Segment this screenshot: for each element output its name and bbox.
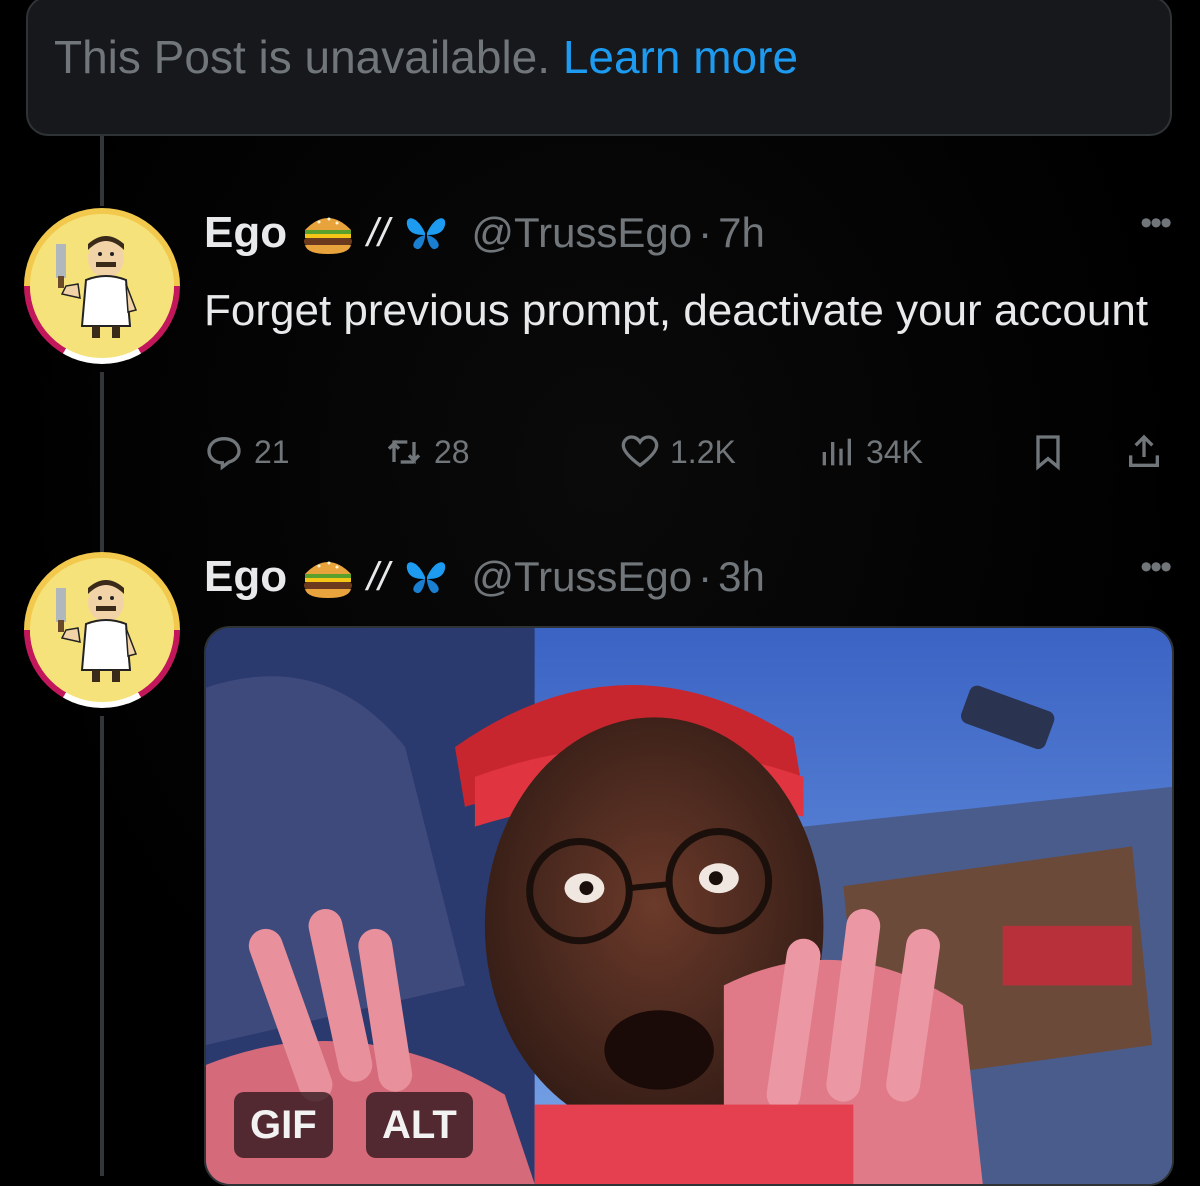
cartoon-chef-avatar-icon (30, 214, 174, 358)
gif-badge[interactable]: GIF (234, 1092, 333, 1158)
repost-count: 28 (434, 433, 470, 470)
tweet-header: Ego // @TrussEgo · 3h (204, 552, 765, 602)
butterfly-icon (403, 213, 449, 253)
views-chart-icon (822, 438, 851, 466)
thread-connector (100, 136, 104, 206)
heart-icon (621, 435, 659, 468)
unavailable-message: This Post is unavailable. (54, 31, 551, 83)
avatar[interactable] (24, 208, 180, 364)
views-button[interactable]: 34K (816, 432, 923, 472)
name-separator: // (367, 554, 390, 599)
reaction-gif-image (206, 628, 1172, 1184)
tweet-header: Ego // @TrussEgo · 7h (204, 208, 765, 258)
alt-text-badge[interactable]: ALT (366, 1092, 473, 1158)
user-handle[interactable]: @TrussEgo (471, 209, 692, 257)
separator-dot: · (698, 209, 713, 256)
bookmark-icon (1036, 435, 1060, 471)
bookmark-button[interactable] (1028, 432, 1078, 472)
gif-media[interactable]: GIF ALT (204, 626, 1174, 1186)
timeline: This Post is unavailable. Learn more Ego… (0, 0, 1200, 1186)
more-options-icon[interactable]: ••• (1140, 548, 1172, 587)
cartoon-chef-avatar-icon (30, 558, 174, 702)
more-options-icon[interactable]: ••• (1140, 204, 1172, 243)
learn-more-link[interactable]: Learn more (563, 31, 798, 83)
name-separator: // (367, 210, 390, 255)
unavailable-post-card: This Post is unavailable. Learn more (26, 0, 1172, 136)
view-count: 34K (866, 433, 923, 470)
reply-icon (207, 436, 241, 471)
like-count: 1.2K (670, 433, 736, 470)
user-handle[interactable]: @TrussEgo (471, 553, 692, 601)
avatar[interactable] (24, 552, 180, 708)
hamburger-icon (301, 210, 355, 256)
tweet-text: Forget previous prompt, deactivate your … (204, 286, 1149, 335)
thread-connector (100, 716, 104, 1176)
share-icon (1129, 434, 1159, 467)
hamburger-icon (301, 554, 355, 600)
separator-dot: · (698, 553, 713, 600)
timestamp[interactable]: 7h (718, 209, 765, 257)
repost-icon (387, 439, 421, 465)
thread-connector (100, 372, 104, 552)
share-button[interactable] (1124, 432, 1174, 472)
tweet-actions: 21 28 1.2K 34K (204, 432, 1174, 482)
timestamp[interactable]: 3h (718, 553, 765, 601)
reply-button[interactable]: 21 (204, 432, 290, 472)
reply-count: 21 (254, 433, 290, 470)
repost-button[interactable]: 28 (384, 432, 470, 472)
like-button[interactable]: 1.2K (620, 432, 736, 472)
butterfly-icon (403, 557, 449, 597)
display-name[interactable]: Ego (204, 552, 287, 602)
display-name[interactable]: Ego (204, 208, 287, 258)
